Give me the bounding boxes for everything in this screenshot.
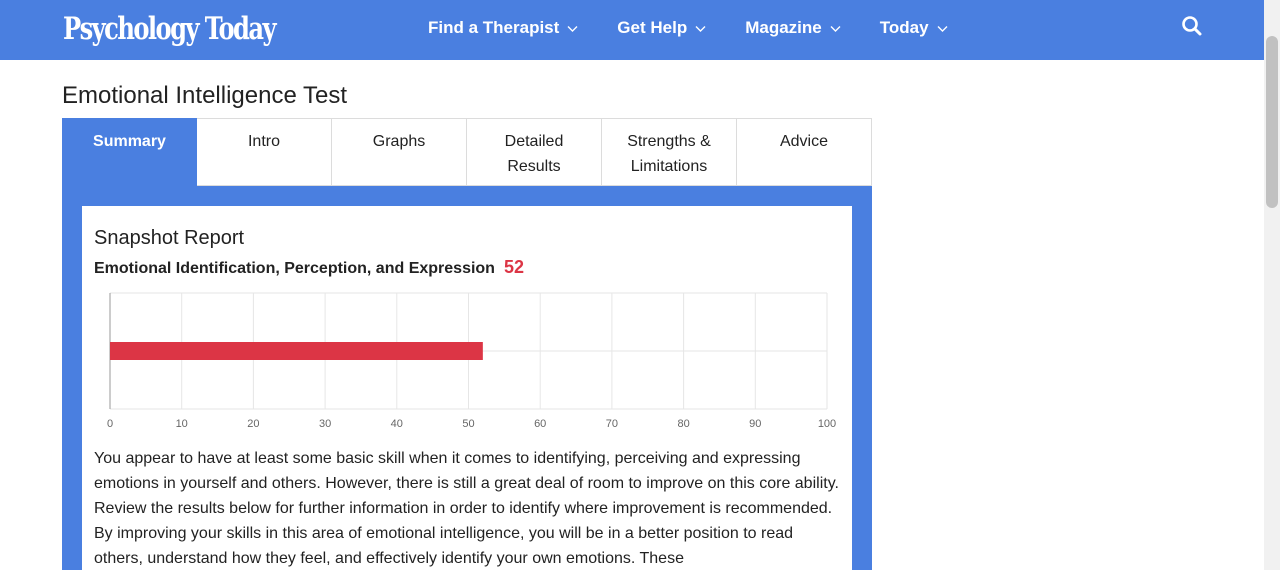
site-logo[interactable]: Psychology Today: [63, 6, 335, 52]
nav-label: Today: [879, 18, 929, 37]
nav-today[interactable]: Today: [880, 18, 948, 38]
tab-detailed-results[interactable]: Detailed Results: [467, 118, 602, 186]
scrollbar-thumb[interactable]: [1266, 36, 1278, 208]
nav-find-therapist[interactable]: Find a Therapist: [428, 18, 578, 38]
nav-magazine[interactable]: Magazine: [745, 18, 841, 38]
tab-intro[interactable]: Intro: [197, 118, 332, 186]
metric-heading: Emotional Identification, Perception, an…: [94, 257, 524, 278]
report-tabs: Summary Intro Graphs Detailed Results St…: [62, 118, 872, 186]
page-title: Emotional Intelligence Test: [62, 82, 348, 109]
x-tick-label: 20: [247, 418, 259, 430]
search-icon[interactable]: [1180, 14, 1204, 38]
x-tick-label: 60: [534, 418, 546, 430]
x-tick-label: 90: [749, 418, 761, 430]
site-header: Psychology Today Find a Therapist Get He…: [0, 0, 1264, 60]
tab-label: Strengths & Limitations: [627, 133, 711, 175]
nav-label: Find a Therapist: [428, 18, 560, 37]
x-tick-label: 30: [319, 418, 331, 430]
tab-summary[interactable]: Summary: [62, 118, 197, 186]
x-tick-label: 50: [462, 418, 474, 430]
score-bar: [110, 342, 483, 360]
chevron-down-icon: [830, 23, 841, 34]
page-scrollbar[interactable]: [1264, 0, 1280, 570]
snapshot-title: Snapshot Report: [94, 227, 245, 249]
metric-score: 52: [503, 257, 524, 277]
nav-get-help[interactable]: Get Help: [617, 18, 706, 38]
x-tick-label: 10: [176, 418, 188, 430]
tab-label: Detailed Results: [504, 133, 564, 175]
x-tick-label: 70: [606, 418, 618, 430]
result-description: You appear to have at least some basic s…: [94, 450, 839, 567]
x-tick-label: 100: [818, 418, 836, 430]
x-tick-label: 0: [107, 418, 113, 430]
chevron-down-icon: [695, 23, 706, 34]
nav-label: Get Help: [617, 18, 688, 37]
score-bar-chart: 0 10 20 30 40 50 60 70 80 90 100: [107, 292, 836, 430]
metric-label: Emotional Identification, Perception, an…: [94, 260, 495, 277]
tab-graphs[interactable]: Graphs: [332, 118, 467, 186]
tab-strengths-limitations[interactable]: Strengths & Limitations: [602, 118, 737, 186]
chevron-down-icon: [937, 23, 948, 34]
main-nav: Find a Therapist Get Help Magazine Today: [428, 0, 987, 56]
nav-label: Magazine: [745, 18, 822, 37]
logo-text: Psychology Today: [63, 11, 277, 47]
x-tick-label: 40: [391, 418, 403, 430]
chevron-down-icon: [567, 23, 578, 34]
x-tick-label: 80: [677, 418, 689, 430]
tab-advice[interactable]: Advice: [737, 118, 872, 186]
